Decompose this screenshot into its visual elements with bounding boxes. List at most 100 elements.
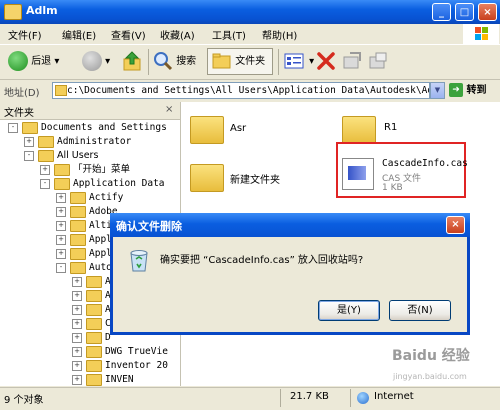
tree-item-label: Application Data (73, 178, 165, 189)
menu-view[interactable]: 查看(V) (111, 27, 146, 42)
dialog-close-button[interactable]: × (446, 216, 465, 234)
search-icon (154, 52, 173, 71)
search-button[interactable]: 搜索 (153, 49, 196, 75)
address-input[interactable]: c:\Documents and Settings\All Users\Appl… (52, 82, 430, 99)
folder-item-asr[interactable]: Asr (186, 112, 316, 156)
menu-help[interactable]: 帮助(H) (262, 27, 297, 42)
address-label: 地址(D) (4, 88, 40, 99)
tree-item[interactable]: + A (72, 302, 111, 317)
go-label: 转到 (466, 85, 487, 96)
tree-item[interactable]: - Auto (56, 260, 112, 275)
forward-arrow-icon (82, 51, 102, 71)
maximize-button[interactable]: □ (455, 3, 474, 21)
windows-logo-icon (463, 24, 499, 44)
minimize-button[interactable]: _ (432, 3, 451, 21)
recycle-bin-icon (130, 250, 148, 272)
collapse-icon[interactable]: - (24, 150, 34, 161)
toolbar-separator (278, 49, 279, 75)
tree-item-label: Inventor 20 (105, 360, 168, 371)
expand-icon[interactable]: + (56, 234, 66, 245)
tree-item[interactable]: - Documents and Settings (8, 120, 167, 135)
collapse-icon[interactable]: - (56, 262, 66, 273)
menu-edit[interactable]: 编辑(E) (62, 27, 96, 42)
expand-icon[interactable]: + (56, 206, 66, 217)
tree-item[interactable]: + A (72, 274, 111, 289)
tree-item-label: Auto (89, 262, 112, 273)
folder-icon (86, 345, 102, 358)
tree-item[interactable]: + Administrator (24, 134, 131, 149)
up-button[interactable] (122, 49, 142, 75)
folder-icon (70, 247, 86, 260)
expand-icon[interactable]: + (72, 374, 82, 385)
tree-item[interactable]: - Application Data (40, 176, 165, 191)
tree-item[interactable]: - All Users (24, 148, 98, 163)
tree-item[interactable]: + Inventor 20 (72, 358, 168, 373)
expand-icon[interactable]: + (72, 318, 82, 329)
folder-icon (54, 177, 70, 190)
folder-label: Asr (230, 123, 247, 134)
tree-item[interactable]: + Adobe (56, 204, 118, 219)
expand-icon[interactable]: + (24, 136, 34, 147)
move-to-button[interactable] (342, 49, 362, 75)
tree-item-label: 「开始」菜单 (73, 164, 131, 175)
expand-icon[interactable]: + (72, 290, 82, 301)
expand-icon[interactable]: + (56, 248, 66, 259)
folders-button-content[interactable]: 文件夹 (212, 49, 265, 75)
watermark-url: jingyan.baidu.com (393, 372, 467, 381)
folder-icon (22, 121, 38, 134)
collapse-icon[interactable]: - (40, 178, 50, 189)
status-object-count: 9 个对象 (4, 395, 44, 406)
delete-x-icon (317, 52, 335, 70)
back-button[interactable]: 后退 ▾ (8, 49, 59, 75)
tree-item[interactable]: + D (72, 330, 111, 345)
folder-icon (86, 303, 102, 316)
folder-icon (190, 116, 224, 144)
yes-button[interactable]: 是(Y) (318, 300, 380, 321)
folder-icon (4, 4, 22, 20)
tree-item[interactable]: + 「开始」菜单 (40, 162, 130, 177)
folder-icon (70, 233, 86, 246)
views-button[interactable]: ▾ (284, 49, 314, 75)
window-title-bar[interactable] (0, 0, 500, 24)
expand-icon[interactable]: + (72, 346, 82, 357)
tree-item[interactable]: + DWG TrueVie (72, 344, 168, 359)
file-name: CascadeInfo.cas (382, 158, 468, 169)
status-zone: Internet (374, 391, 414, 402)
tree-item-label: INVEN (105, 374, 134, 385)
expand-icon[interactable]: + (72, 276, 82, 287)
tree-item[interactable]: + Appl (56, 246, 112, 261)
cas-file-icon-graphic (348, 166, 366, 180)
expand-icon[interactable]: + (72, 332, 82, 343)
menu-file[interactable]: 文件(F) (8, 27, 42, 42)
tree-item[interactable]: + INVEN (72, 372, 134, 386)
expand-icon[interactable]: + (72, 360, 82, 371)
tree-item[interactable]: + Alti (56, 218, 112, 233)
tree-item[interactable]: + Actify (56, 190, 123, 205)
forward-button[interactable]: ▾ (82, 49, 110, 75)
go-button[interactable]: ➜ 转到 (449, 82, 497, 99)
menu-tools[interactable]: 工具(T) (212, 27, 246, 42)
tree-item[interactable]: + Appl (56, 232, 112, 247)
menu-favorites[interactable]: 收藏(A) (160, 27, 195, 42)
dialog-title: 确认文件删除 (116, 220, 182, 233)
folder-item-new-folder[interactable]: 新建文件夹 (186, 160, 326, 200)
folders-pane-close-button[interactable]: × (165, 104, 173, 115)
collapse-icon[interactable]: - (8, 122, 18, 133)
address-dropdown-button[interactable]: ▼ (430, 82, 445, 99)
folder-icon (54, 163, 70, 176)
windows-flag-icon (475, 27, 488, 40)
no-button[interactable]: 否(N) (389, 300, 451, 321)
close-button[interactable]: × (478, 3, 497, 21)
expand-icon[interactable]: + (56, 192, 66, 203)
tree-item[interactable]: + A (72, 288, 111, 303)
dialog-message: 确实要把 “CascadeInfo.cas” 放入回收站吗? (160, 255, 364, 266)
up-folder-icon (123, 51, 141, 71)
folder-label: 新建文件夹 (230, 175, 280, 186)
expand-icon[interactable]: + (72, 304, 82, 315)
tree-item[interactable]: + C (72, 316, 111, 331)
tree-item-label: Appl (89, 248, 112, 259)
expand-icon[interactable]: + (40, 164, 50, 175)
copy-to-button[interactable] (368, 49, 388, 75)
delete-button[interactable] (316, 49, 336, 75)
expand-icon[interactable]: + (56, 220, 66, 231)
